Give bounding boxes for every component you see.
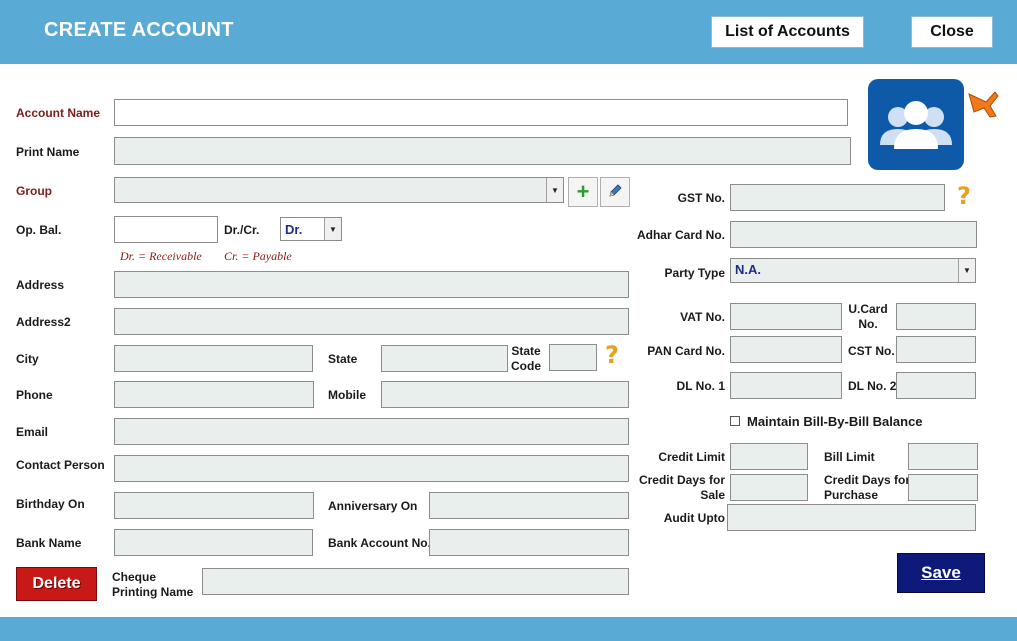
edit-group-button[interactable] (600, 177, 630, 207)
ucard-input[interactable] (896, 303, 976, 330)
drcr-label: Dr./Cr. (224, 223, 260, 237)
dl1-label: DL No. 1 (676, 379, 725, 393)
group-select[interactable]: ▼ (114, 177, 564, 203)
gst-label: GST No. (677, 191, 725, 205)
op-bal-label: Op. Bal. (16, 223, 62, 237)
party-type-select-value: N.A. (735, 262, 761, 277)
state-label: State (328, 352, 358, 366)
print-name-input[interactable] (114, 137, 851, 165)
credit-days-sale-line2: Sale (700, 488, 725, 502)
cst-input[interactable] (896, 336, 976, 363)
credit-days-sale-line1: Credit Days for (638, 473, 725, 487)
credit-days-purchase-label: Credit Days for Purchase (824, 473, 910, 503)
list-of-accounts-button[interactable]: List of Accounts (711, 16, 864, 48)
city-label: City (16, 352, 39, 366)
account-name-input[interactable] (114, 99, 848, 126)
ucard-label-line1: U.Card (848, 302, 888, 316)
credit-days-sale-input[interactable] (730, 474, 808, 501)
close-button[interactable]: Close (911, 16, 993, 48)
address2-input[interactable] (114, 308, 629, 335)
account-name-label: Account Name (16, 106, 101, 120)
dropdown-arrow-icon[interactable]: ▼ (324, 218, 341, 240)
credit-days-purchase-line1: Credit Days for (824, 473, 911, 487)
group-label: Group (16, 184, 52, 198)
hint-cr-payable: Cr. = Payable (224, 249, 292, 263)
audit-upto-input[interactable] (727, 504, 976, 531)
pencil-icon (607, 183, 623, 202)
dl2-label: DL No. 2 (848, 379, 897, 393)
contact-person-input[interactable] (114, 455, 629, 482)
plus-icon: + (576, 179, 590, 204)
address2-label: Address2 (16, 315, 71, 329)
city-input[interactable] (114, 345, 313, 372)
state-code-label-line2: Code (511, 359, 541, 373)
cheque-printing-name-input[interactable] (202, 568, 629, 595)
cheque-label-line1: Cheque (112, 570, 157, 584)
audit-upto-label: Audit Upto (663, 511, 725, 525)
phone-input[interactable] (114, 381, 314, 408)
email-input[interactable] (114, 418, 629, 445)
pin-arrow-icon[interactable] (966, 88, 1000, 120)
maintain-bill-label: Maintain Bill-By-Bill Balance (747, 414, 923, 429)
address-label: Address (16, 278, 65, 292)
dropdown-arrow-icon[interactable]: ▼ (958, 259, 975, 282)
contact-person-label: Contact Person (16, 458, 105, 472)
bill-limit-label: Bill Limit (824, 450, 875, 464)
dl2-input[interactable] (896, 372, 976, 399)
help-question-icon[interactable]: ? (605, 341, 619, 369)
adhar-label: Adhar Card No. (636, 228, 725, 242)
gst-input[interactable] (730, 184, 945, 211)
credit-limit-label: Credit Limit (658, 450, 725, 464)
state-code-label: State Code (510, 344, 542, 374)
pan-label: PAN Card No. (647, 344, 725, 358)
phone-label: Phone (16, 388, 53, 402)
credit-days-purchase-line2: Purchase (824, 488, 879, 502)
state-code-label-line1: State (511, 344, 541, 358)
dropdown-arrow-icon[interactable]: ▼ (546, 178, 563, 202)
footer-bar (0, 617, 1017, 641)
birthday-label: Birthday On (16, 497, 85, 511)
mobile-label: Mobile (328, 388, 366, 402)
party-type-select[interactable]: N.A. ▼ (730, 258, 976, 283)
cheque-label-line2: Printing Name (112, 585, 194, 599)
state-input[interactable] (381, 345, 508, 372)
state-code-input[interactable] (549, 344, 597, 371)
pan-input[interactable] (730, 336, 842, 363)
bank-account-input[interactable] (429, 529, 629, 556)
mobile-input[interactable] (381, 381, 629, 408)
adhar-input[interactable] (730, 221, 977, 248)
delete-button[interactable]: Delete (16, 567, 97, 601)
bank-name-label: Bank Name (16, 536, 82, 550)
credit-days-sale-label: Credit Days for Sale (630, 473, 725, 503)
cst-label: CST No. (848, 344, 895, 358)
vat-input[interactable] (730, 303, 842, 330)
ucard-label: U.Card No. (843, 302, 893, 332)
bill-limit-input[interactable] (908, 443, 978, 470)
drcr-select-value: Dr. (285, 222, 303, 237)
ucard-label-line2: No. (858, 317, 878, 331)
vat-label: VAT No. (680, 310, 725, 324)
dl1-input[interactable] (730, 372, 842, 399)
page-title: CREATE ACCOUNT (44, 19, 234, 41)
drcr-select[interactable]: Dr. ▼ (280, 217, 342, 241)
anniversary-input[interactable] (429, 492, 629, 519)
bank-name-input[interactable] (114, 529, 313, 556)
bank-account-label: Bank Account No. (328, 536, 431, 550)
birthday-input[interactable] (114, 492, 314, 519)
email-label: Email (16, 425, 49, 439)
party-type-label: Party Type (664, 266, 725, 280)
credit-days-purchase-input[interactable] (908, 474, 978, 501)
cheque-printing-name-label: Cheque Printing Name (112, 570, 193, 600)
anniversary-label: Anniversary On (328, 499, 418, 513)
credit-limit-input[interactable] (730, 443, 808, 470)
add-group-button[interactable]: + (568, 177, 598, 207)
hint-dr-receivable: Dr. = Receivable (120, 249, 202, 263)
print-name-label: Print Name (16, 145, 80, 159)
users-group-icon (868, 79, 964, 170)
help-question-icon[interactable]: ? (957, 182, 971, 210)
op-bal-input[interactable] (114, 216, 218, 243)
maintain-bill-checkbox[interactable] (730, 416, 740, 426)
address-input[interactable] (114, 271, 629, 298)
save-button[interactable]: Save (897, 553, 985, 593)
